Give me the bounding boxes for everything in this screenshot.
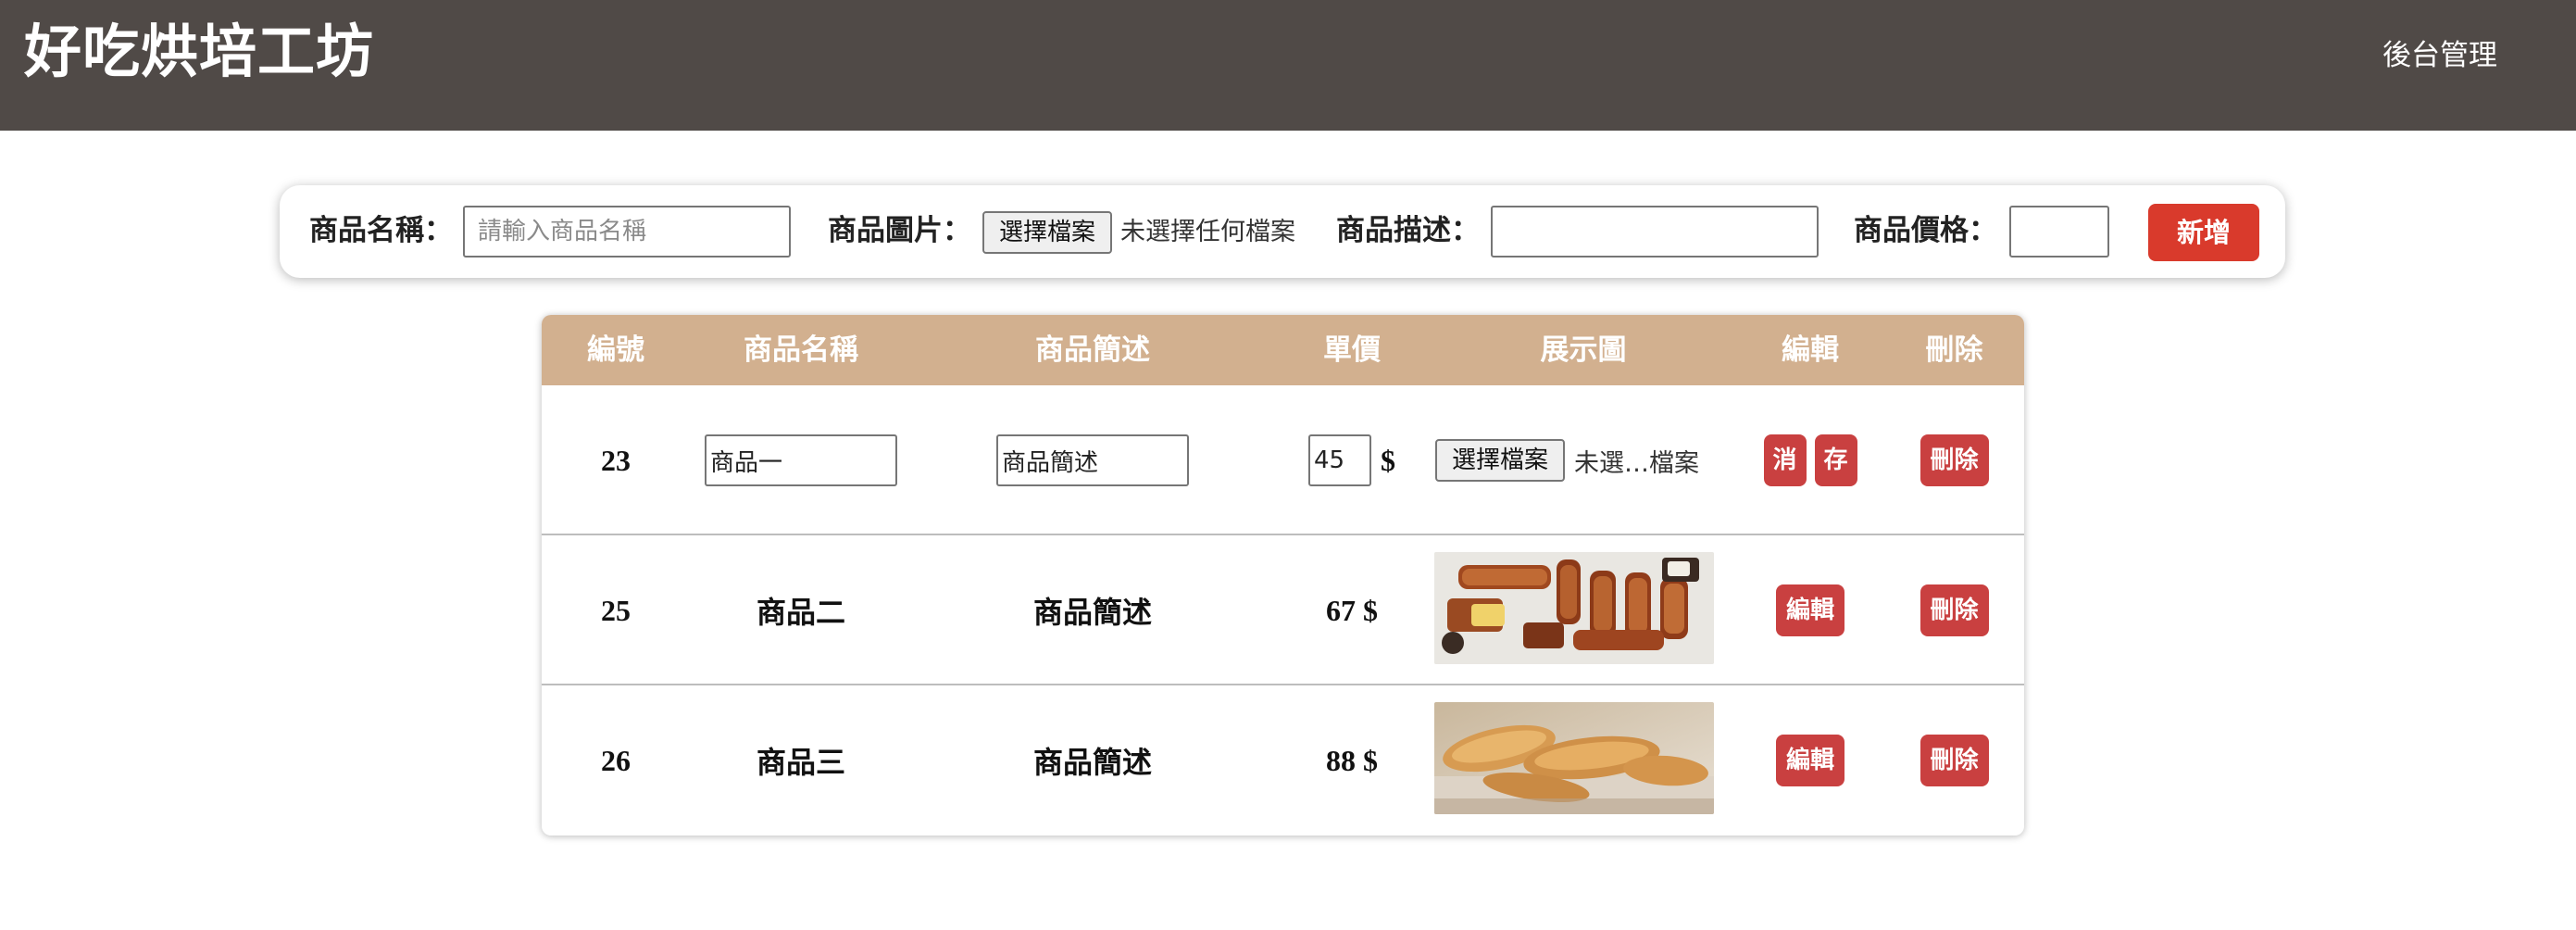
col-header-price: 單價 — [1323, 333, 1381, 367]
col-header-image: 展示圖 — [1540, 333, 1627, 367]
croissants-photo — [1434, 702, 1714, 814]
row-name: 商品二 — [756, 595, 845, 630]
row-id: 23 — [601, 443, 631, 477]
row-desc: 商品簡述 — [1032, 595, 1152, 630]
col-header-delete: 刪除 — [1925, 333, 1983, 367]
row-name: 商品三 — [756, 745, 845, 780]
row-desc: 商品簡述 — [1032, 745, 1152, 780]
top-bar: 好吃烘培工坊 後台管理 — [0, 0, 2576, 131]
row-price: 67 $ — [1326, 593, 1378, 627]
admin-link[interactable]: 後台管理 — [2382, 35, 2497, 76]
delete-button[interactable]: 刪除 — [1919, 584, 1989, 636]
add-product-form: 商品名稱： 商品圖片： 選擇檔案 未選擇任何檔案 商品描述： 商品價格： 新增 — [280, 185, 2285, 278]
table-row: 26 商品三 商品簡述 88 $ 編輯 刪除 — [542, 685, 2024, 836]
row-price-input[interactable] — [1308, 434, 1371, 486]
product-price-label: 商品價格： — [1854, 214, 1997, 247]
row-price: 88 $ — [1326, 743, 1378, 777]
col-header-edit: 編輯 — [1782, 333, 1839, 367]
add-product-button[interactable]: 新增 — [2148, 204, 2259, 261]
product-name-label: 商品名稱： — [309, 214, 453, 247]
table-row: 23 $ 選擇檔案 未選…檔案 消 存 刪除 — [542, 385, 2024, 535]
choose-file-button[interactable]: 選擇檔案 — [982, 211, 1112, 254]
col-header-desc: 商品簡述 — [1035, 333, 1150, 367]
product-desc-label: 商品描述： — [1336, 214, 1480, 247]
file-status-text: 未選擇任何檔案 — [1120, 218, 1295, 246]
product-image-label: 商品圖片： — [828, 214, 971, 247]
delete-button[interactable]: 刪除 — [1919, 735, 1989, 786]
row-file-status: 未選…檔案 — [1574, 448, 1699, 478]
edit-button[interactable]: 編輯 — [1776, 735, 1844, 786]
row-choose-file-button[interactable]: 選擇檔案 — [1435, 439, 1565, 482]
product-name-input[interactable] — [463, 206, 791, 258]
product-price-input[interactable] — [2009, 206, 2109, 258]
table-header: 編號 商品名稱 商品簡述 單價 展示圖 編輯 刪除 — [542, 315, 2024, 385]
cancel-edit-button[interactable]: 消 — [1763, 434, 1807, 486]
delete-button[interactable]: 刪除 — [1919, 434, 1989, 486]
row-desc-input[interactable] — [996, 434, 1189, 486]
row-id: 26 — [601, 743, 631, 777]
pastry-twists-photo — [1434, 552, 1714, 664]
col-header-name: 商品名稱 — [744, 333, 858, 367]
edit-button[interactable]: 編輯 — [1776, 584, 1844, 636]
product-desc-input[interactable] — [1491, 206, 1819, 258]
col-header-id: 編號 — [587, 333, 644, 367]
row-name-input[interactable] — [705, 434, 897, 486]
currency-symbol: $ — [1381, 443, 1395, 477]
product-table: 編號 商品名稱 商品簡述 單價 展示圖 編輯 刪除 23 $ 選擇檔案 未選…檔… — [542, 315, 2024, 836]
save-edit-button[interactable]: 存 — [1814, 434, 1857, 486]
row-id: 25 — [601, 593, 631, 627]
site-logo-title: 好吃烘培工坊 — [24, 18, 375, 85]
table-row: 25 商品二 商品簡述 67 $ 編輯 刪除 — [542, 535, 2024, 685]
